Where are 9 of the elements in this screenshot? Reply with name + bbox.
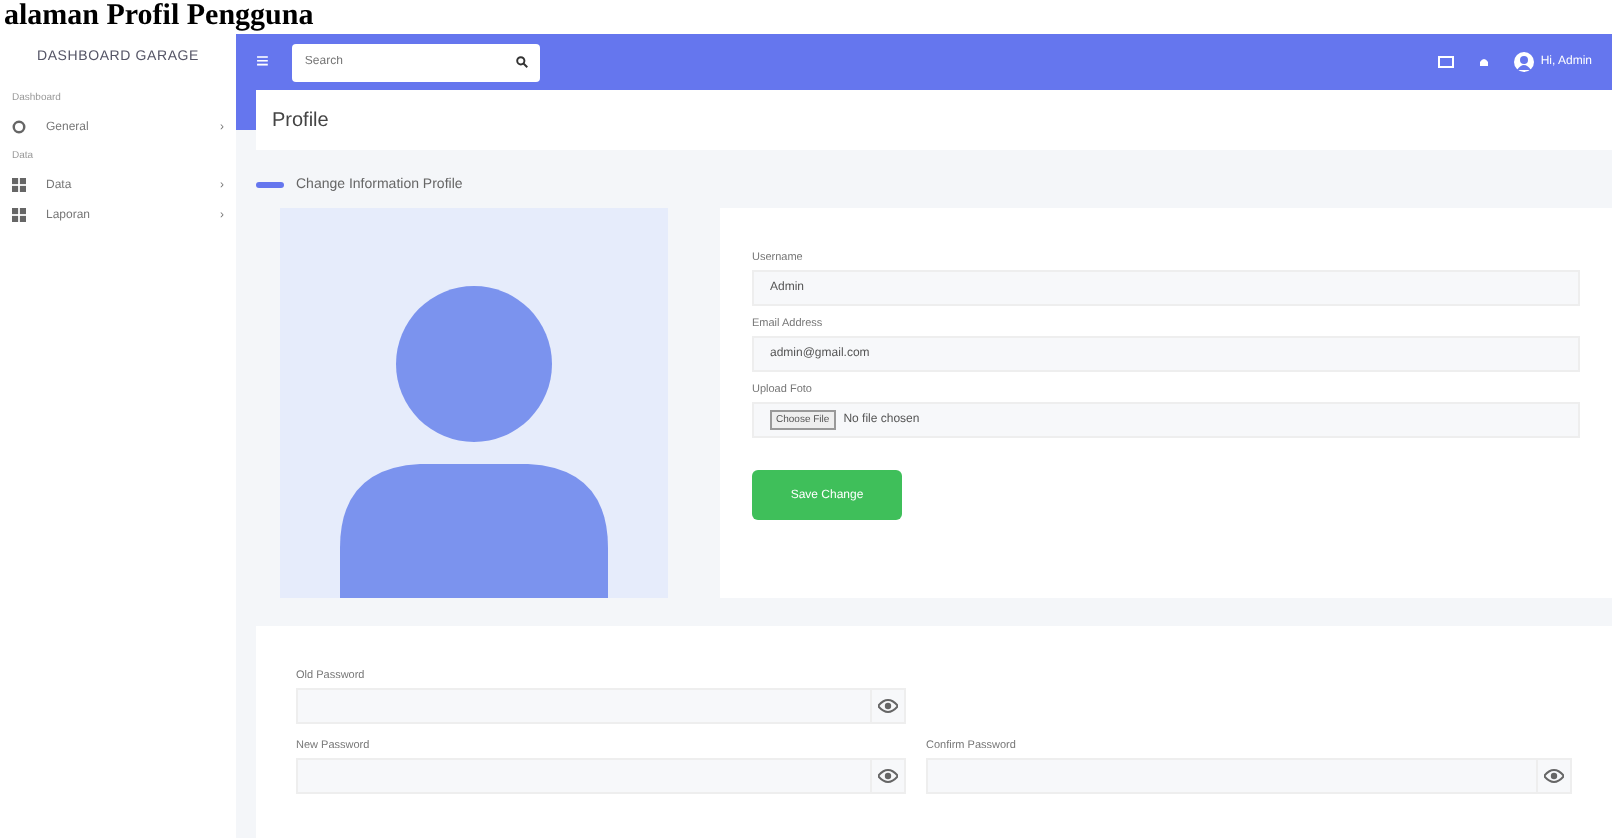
message-icon[interactable]	[1438, 55, 1455, 69]
document-heading: alaman Profil Pengguna	[4, 0, 314, 32]
page-title: Profile	[256, 90, 1612, 150]
grid-icon	[12, 208, 26, 222]
menu-button[interactable]: ≡	[256, 50, 269, 74]
gear-icon	[12, 120, 26, 134]
search-icon[interactable]	[516, 56, 529, 68]
grid-icon	[12, 178, 26, 192]
avatar-icon[interactable]	[1514, 52, 1535, 72]
